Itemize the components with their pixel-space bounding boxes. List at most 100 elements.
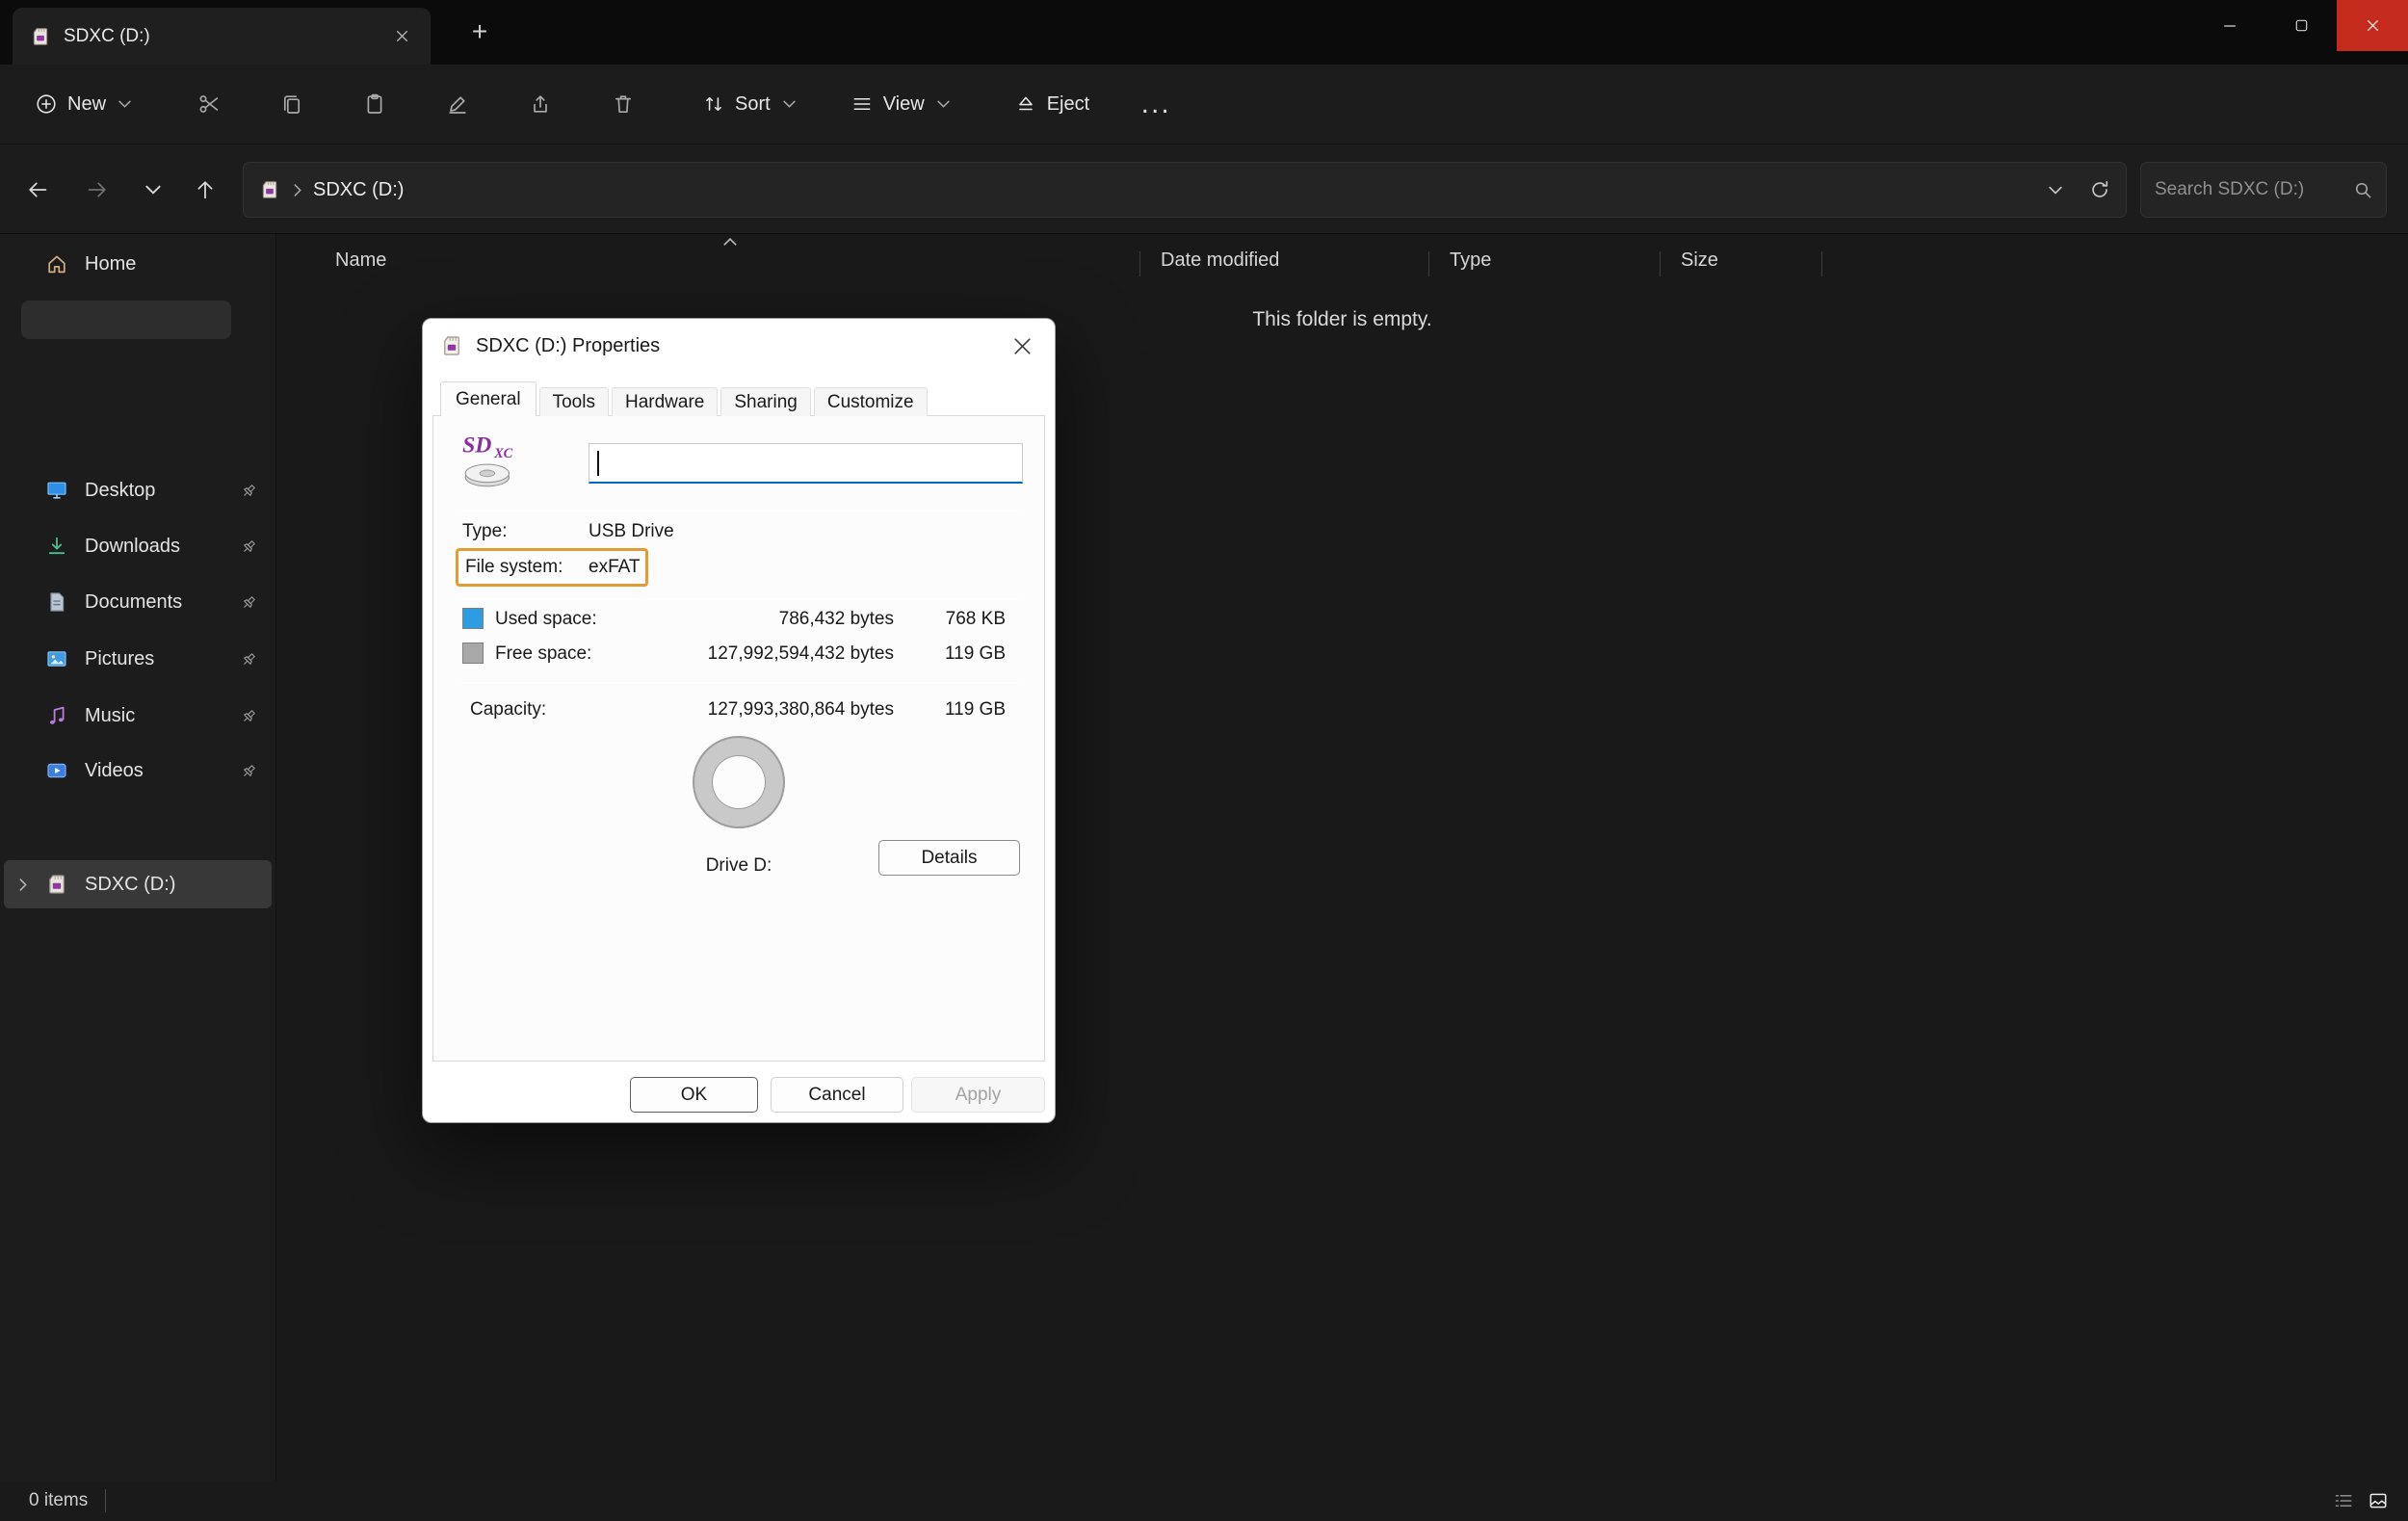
details-button[interactable]: Details [878,840,1020,876]
type-label: Type: [462,521,508,541]
dialog-title-bar[interactable]: SDXC (D:) Properties [423,319,1055,373]
sd-card-icon [42,873,71,896]
chevron-down-icon [783,100,796,108]
free-space-size: 119 GB [944,643,1006,664]
desktop-icon [42,479,71,502]
eject-button[interactable]: Eject [1001,83,1104,126]
pin-icon [240,650,258,669]
tab-sharing[interactable]: Sharing [720,387,811,416]
back-button[interactable] [13,166,62,214]
share-button[interactable] [513,77,567,131]
column-separator[interactable] [1821,251,1822,276]
column-separator[interactable] [1428,251,1429,276]
drive-letter-label: Drive D: [705,855,772,876]
column-separator[interactable] [1660,251,1661,276]
scissors-icon [197,92,221,116]
search-box[interactable] [2140,162,2387,218]
volume-label-input[interactable] [589,443,1023,484]
search-input[interactable] [2155,179,2345,200]
column-header-type[interactable]: Type [1450,249,1491,272]
sidebar-item-label: Desktop [85,479,156,501]
used-space-label: Used space: [495,609,597,629]
view-button[interactable]: View [837,83,964,126]
forward-button[interactable] [73,166,121,214]
videos-icon [42,759,71,782]
command-toolbar: New Sort View Eject ... [0,65,2408,144]
refresh-icon[interactable] [2089,179,2110,200]
dialog-close-button[interactable] [1007,330,1037,361]
pin-icon [240,482,258,500]
clipboard-icon [363,92,386,116]
tab-title: SDXC (D:) [64,25,150,46]
cut-button[interactable] [182,77,236,131]
navigation-pane: Home Desktop Downloads Documents Picture… [0,234,276,1483]
sort-icon [703,93,724,115]
rename-icon [446,92,469,116]
up-button[interactable] [181,166,229,214]
items-count: 0 items [29,1490,89,1510]
address-dropdown-icon[interactable] [2049,186,2062,195]
documents-icon [42,590,71,614]
sidebar-item-desktop[interactable]: Desktop [4,467,272,513]
explorer-tab[interactable]: SDXC (D:) [13,8,431,65]
recent-locations-button[interactable] [129,166,177,214]
new-button[interactable]: New [21,83,145,126]
sidebar-item-pictures[interactable]: Pictures [4,636,272,682]
tab-tools[interactable]: Tools [538,387,609,416]
home-icon [42,252,71,275]
delete-button[interactable] [596,77,650,131]
free-space-swatch [462,642,484,664]
breadcrumb-item[interactable]: SDXC (D:) [313,179,404,201]
tab-close-icon[interactable] [386,21,417,52]
chevron-right-icon[interactable] [4,878,42,891]
sidebar-item-label: Pictures [85,647,155,669]
paste-button[interactable] [348,77,402,131]
details-view-toggle-icon[interactable] [2333,1490,2354,1511]
separator [457,598,1021,599]
tab-hardware[interactable]: Hardware [611,387,719,416]
sort-button[interactable]: Sort [689,83,810,126]
sidebar-item-label: Downloads [85,535,180,557]
view-lines-icon [851,93,873,115]
column-separator[interactable] [1139,251,1140,276]
sidebar-item-downloads[interactable]: Downloads [4,523,272,569]
new-tab-button[interactable]: + [462,15,497,50]
sidebar-item-documents[interactable]: Documents [4,579,272,625]
see-more-button[interactable]: ... [1129,77,1183,131]
copy-button[interactable] [265,77,319,131]
cancel-button[interactable]: Cancel [771,1077,903,1113]
sidebar-item-label: Documents [85,590,183,613]
large-icons-view-toggle-icon[interactable] [2368,1490,2389,1511]
chevron-right-icon [294,183,301,197]
sidebar-item-videos[interactable]: Videos [4,747,272,794]
sort-button-label: Sort [735,92,771,115]
dialog-tab-strip: General Tools Hardware Sharing Customize [440,381,930,416]
free-space-bytes: 127,992,594,432 bytes [707,643,894,664]
ok-button[interactable]: OK [630,1077,758,1113]
used-space-bytes: 786,432 bytes [778,609,894,629]
column-header-name[interactable]: Name [335,249,386,272]
column-header-date-modified[interactable]: Date modified [1161,249,1279,272]
sidebar-item-music[interactable]: Music [4,693,272,739]
tab-customize[interactable]: Customize [813,387,928,416]
sidebar-item-home[interactable]: Home [4,241,272,287]
close-window-button[interactable] [2337,0,2408,51]
sd-card-icon [30,26,51,47]
pin-icon [240,538,258,556]
sidebar-item-sdxc-drive[interactable]: SDXC (D:) [4,860,272,908]
eject-button-label: Eject [1046,92,1090,115]
maximize-button[interactable] [2265,0,2337,51]
svg-text:SD: SD [462,433,491,459]
tab-general[interactable]: General [440,381,537,416]
apply-button: Apply [911,1077,1045,1113]
pictures-icon [42,647,71,670]
title-bar: SDXC (D:) + [0,0,2408,65]
sidebar-item-label: Home [85,252,137,275]
eject-icon [1015,93,1036,115]
column-header-row: Name Date modified Type Size [276,236,2408,292]
column-header-size[interactable]: Size [1681,249,1718,272]
breadcrumb-bar[interactable]: SDXC (D:) [243,162,2127,218]
sd-card-icon [259,179,280,200]
rename-button[interactable] [431,77,484,131]
minimize-button[interactable] [2194,0,2265,51]
